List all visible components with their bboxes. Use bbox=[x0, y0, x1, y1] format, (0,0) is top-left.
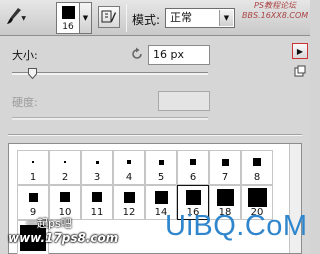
brush-preset-cell[interactable]: 2 bbox=[49, 150, 81, 185]
brush-tip-icon bbox=[95, 160, 99, 164]
watermark-right: UiBQ.CoM bbox=[165, 210, 308, 242]
watermark-left-line2: www.17ps8.com bbox=[8, 231, 119, 245]
brush-preset-size-label: 3 bbox=[93, 172, 101, 183]
brush-tool-button[interactable]: ▼ bbox=[2, 4, 26, 30]
watermark-top: PS教程论坛 BBS.16XX8.COM bbox=[242, 1, 309, 20]
size-label: 大小: bbox=[12, 49, 38, 62]
play-icon: ▶ bbox=[296, 46, 304, 56]
panel-menu-button[interactable]: ▶ bbox=[292, 43, 308, 59]
size-slider-thumb[interactable] bbox=[27, 68, 37, 79]
brush-preset-size-label: 1 bbox=[29, 172, 37, 183]
brush-preset-size-label: 2 bbox=[61, 172, 69, 183]
brush-tip-icon bbox=[221, 158, 229, 166]
panel-divider bbox=[8, 134, 302, 136]
brush-preset-cell[interactable]: 5 bbox=[145, 150, 177, 185]
hardness-slider-track bbox=[12, 117, 208, 120]
brush-tip-icon bbox=[60, 192, 70, 202]
brush-panel-toggle-button[interactable] bbox=[98, 6, 120, 28]
new-preset-icon[interactable] bbox=[294, 65, 306, 77]
watermark-left: 一起ps吧 www.17ps8.com bbox=[4, 215, 118, 251]
brush-preset-cell[interactable]: 7 bbox=[209, 150, 241, 185]
brush-tip-icon bbox=[247, 188, 267, 207]
brush-preset-cell[interactable]: 8 bbox=[241, 150, 273, 185]
mode-select[interactable]: 正常 ▼ bbox=[165, 8, 235, 28]
brush-tip-icon bbox=[185, 189, 201, 205]
mode-value: 正常 bbox=[170, 11, 192, 24]
airbrush-icon bbox=[101, 10, 116, 23]
brush-tip-icon bbox=[123, 191, 135, 203]
brush-preset-size-label: 8 bbox=[253, 172, 261, 183]
mode-label: 模式: bbox=[132, 13, 161, 27]
brush-tip-icon bbox=[216, 188, 234, 206]
brush-tip-icon bbox=[64, 161, 66, 163]
chevron-down-icon: ▼ bbox=[82, 14, 89, 22]
brush-preset-cell[interactable]: 1 bbox=[17, 150, 49, 185]
brush-preset-cell[interactable]: 12 bbox=[113, 185, 145, 220]
reset-size-icon[interactable] bbox=[130, 47, 144, 61]
chevron-down-icon: ▼ bbox=[219, 10, 233, 26]
options-toolbar: ▼ 16 ▼ 模式: 正常 ▼ PS教程论坛 BBS.16XX8.COM bbox=[0, 0, 310, 36]
brush-preset-size: 16 bbox=[62, 22, 74, 32]
brush-preview-icon bbox=[62, 6, 75, 19]
brush-tip-icon bbox=[28, 192, 38, 202]
hardness-input bbox=[158, 91, 210, 111]
chevron-down-icon: ▼ bbox=[21, 15, 26, 22]
brush-icon bbox=[7, 8, 21, 24]
watermark-left-line1: 一起ps吧 bbox=[26, 217, 72, 230]
brush-preset-cell[interactable]: 3 bbox=[81, 150, 113, 185]
brush-tip-icon bbox=[253, 158, 261, 166]
brush-preset-size-label: 5 bbox=[157, 172, 165, 183]
brush-preset-picker[interactable]: 16 bbox=[56, 2, 80, 34]
brush-preset-dropdown[interactable]: ▼ bbox=[80, 2, 92, 34]
brush-preset-size-label: 7 bbox=[221, 172, 229, 183]
brush-preset-cell[interactable]: 4 bbox=[113, 150, 145, 185]
brush-preset-size-label: 4 bbox=[125, 172, 133, 183]
brush-tip-icon bbox=[127, 160, 131, 164]
brush-tip-icon bbox=[190, 159, 196, 165]
toolbar-separator bbox=[126, 4, 127, 32]
brush-preset-size-label: 6 bbox=[189, 172, 197, 183]
brush-tip-icon bbox=[154, 190, 168, 204]
size-slider-track[interactable] bbox=[12, 72, 208, 75]
brush-preset-size-label: 12 bbox=[122, 207, 136, 218]
brush-tip-icon bbox=[32, 161, 34, 163]
size-input[interactable]: 16 px bbox=[148, 45, 210, 65]
brush-preset-cell[interactable]: 6 bbox=[177, 150, 209, 185]
brush-tip-icon bbox=[158, 159, 164, 165]
hardness-label: 硬度: bbox=[12, 96, 38, 109]
brush-tip-icon bbox=[92, 192, 102, 202]
